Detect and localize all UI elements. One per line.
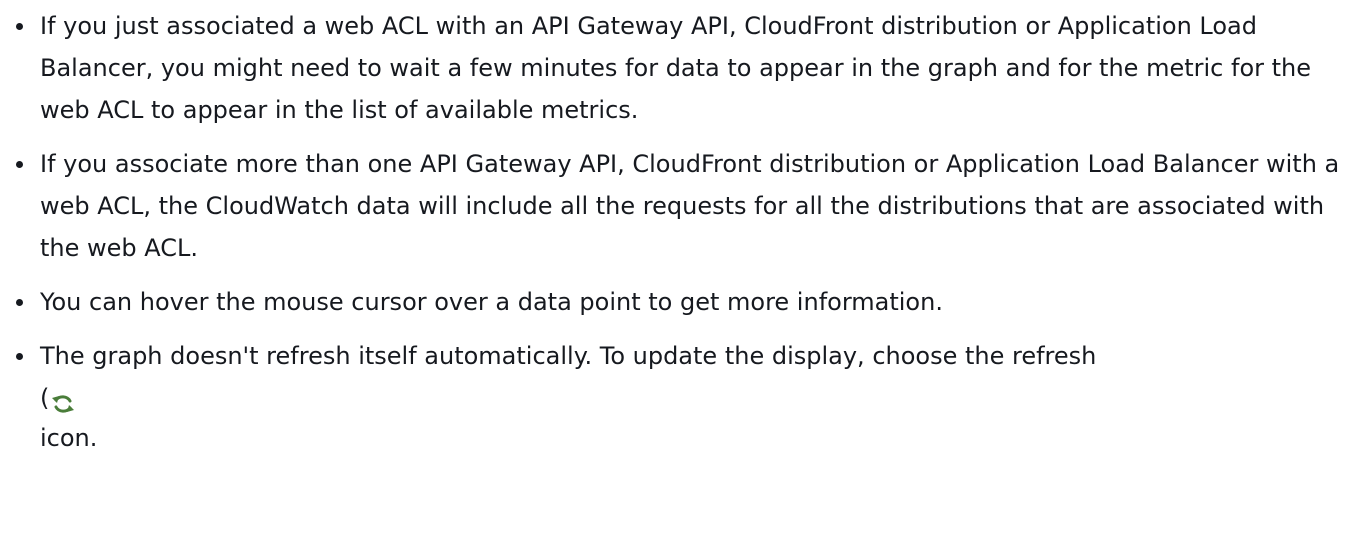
note-text: You can hover the mouse cursor over a da…	[40, 288, 943, 316]
icon-word: icon.	[40, 424, 98, 452]
document: If you just associated a web ACL with an…	[0, 5, 1369, 534]
refresh-icon	[50, 387, 76, 413]
bullet-icon	[16, 353, 23, 360]
bullet-icon	[16, 299, 23, 306]
list-item: The graph doesn't refresh itself automat…	[16, 335, 1340, 459]
list-item: If you associate more than one API Gatew…	[16, 143, 1340, 269]
note-text: If you associate more than one API Gatew…	[40, 150, 1340, 262]
bullet-icon	[16, 23, 23, 30]
list-item: You can hover the mouse cursor over a da…	[16, 281, 1340, 323]
note-text: If you just associated a web ACL with an…	[40, 12, 1312, 124]
refresh-icon-line: (	[40, 377, 1340, 417]
note-text: The graph doesn't refresh itself automat…	[40, 342, 1097, 370]
notes-list: If you just associated a web ACL with an…	[0, 5, 1369, 459]
list-item: If you just associated a web ACL with an…	[16, 5, 1340, 131]
open-paren: (	[40, 384, 50, 412]
bullet-icon	[16, 161, 23, 168]
